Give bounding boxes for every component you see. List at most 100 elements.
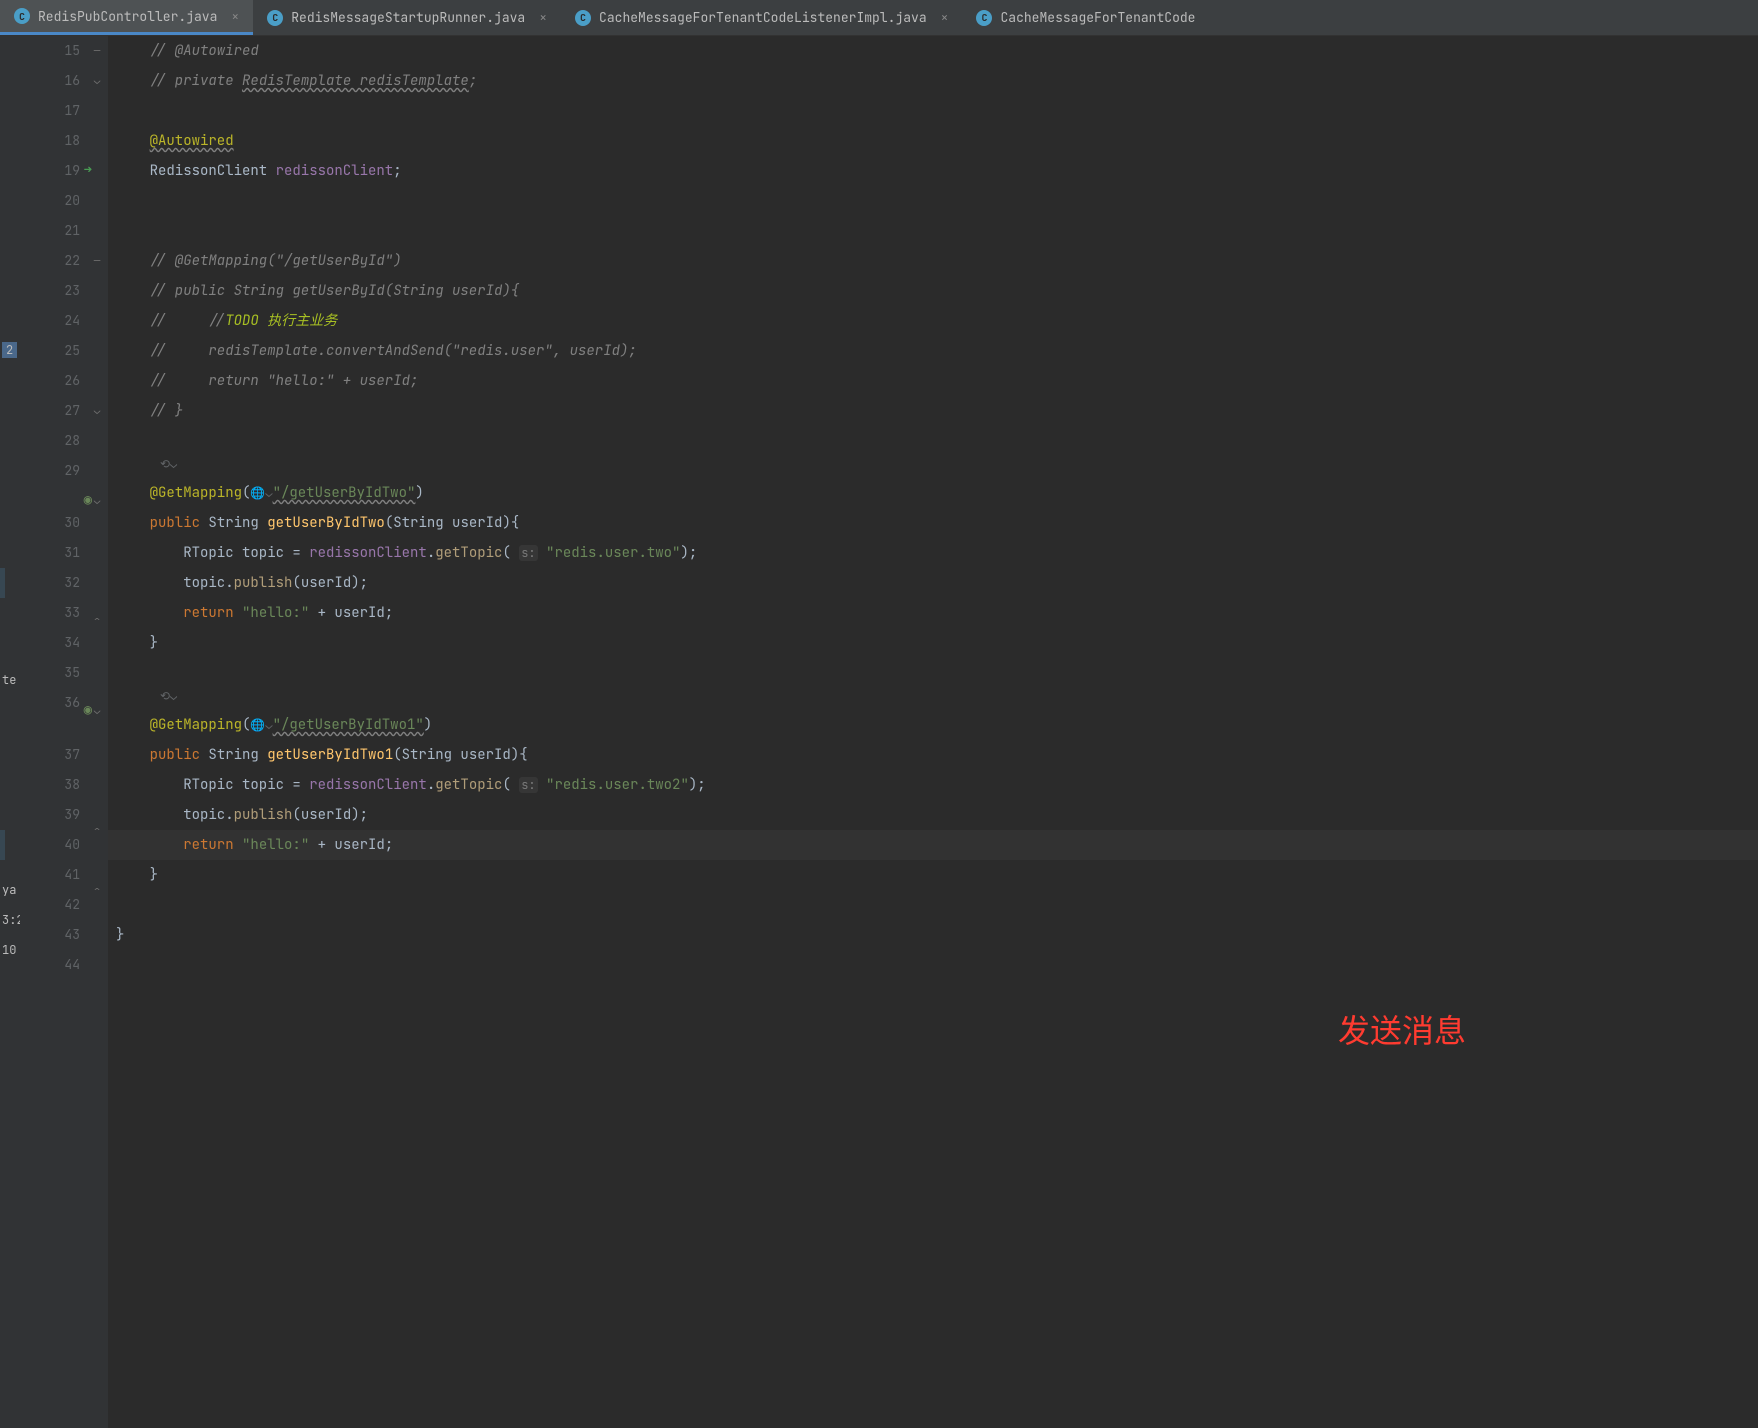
tab-cache-listener-impl[interactable]: C CacheMessageForTenantCodeListenerImpl.… (561, 0, 962, 35)
close-icon[interactable]: × (539, 9, 547, 26)
fold-indicator[interactable]: — (90, 254, 104, 268)
code-line[interactable]: RTopic topic = redissonClient.getTopic( … (108, 770, 1758, 800)
request-mapping-icon[interactable]: ◉ (84, 491, 92, 509)
code-line[interactable] (108, 658, 1758, 688)
fold-indicator[interactable]: ⌄ (90, 704, 104, 718)
code-line[interactable]: @Autowired (108, 126, 1758, 156)
code-line[interactable]: // @GetMapping("/getUserById") (108, 246, 1758, 276)
code-line[interactable]: // private RedisTemplate redisTemplate; (108, 66, 1758, 96)
close-icon[interactable]: × (231, 8, 239, 25)
line-number[interactable]: 32 (20, 568, 108, 598)
code-line[interactable]: } (108, 920, 1758, 950)
line-number[interactable]: 29 (20, 456, 108, 486)
line-number[interactable]: 21 (20, 216, 108, 246)
line-number[interactable]: 19 (20, 156, 108, 186)
left-edge-marker: ya (2, 882, 16, 898)
code-line[interactable]: } (108, 860, 1758, 890)
url-inlay-hint[interactable]: ⟲⌄ (108, 456, 1758, 478)
token: @GetMapping (150, 716, 242, 734)
fold-indicator[interactable]: ⌄ (90, 494, 104, 508)
editor-tab-bar: C RedisPubController.java × C RedisMessa… (0, 0, 1758, 36)
tab-label: CacheMessageForTenantCodeListenerImpl.ja… (599, 9, 927, 26)
request-mapping-icon[interactable]: ◉ (84, 701, 92, 719)
code-line[interactable]: // public String getUserById(String user… (108, 276, 1758, 306)
code-line[interactable] (108, 890, 1758, 920)
code-line[interactable]: // } (108, 396, 1758, 426)
line-number[interactable]: 26 (20, 366, 108, 396)
token (116, 574, 183, 592)
close-icon[interactable]: × (941, 9, 949, 26)
line-number[interactable]: 18 (20, 126, 108, 156)
code-line[interactable]: // redisTemplate.convertAndSend("redis.u… (108, 336, 1758, 366)
token: public (150, 746, 209, 764)
line-number[interactable]: 28 (20, 426, 108, 456)
tab-redis-message-startup-runner[interactable]: C RedisMessageStartupRunner.java × (253, 0, 561, 35)
code-line[interactable]: public String getUserByIdTwo1(String use… (108, 740, 1758, 770)
token (116, 604, 183, 622)
code-line[interactable] (108, 96, 1758, 126)
token: ; (393, 162, 401, 180)
line-number[interactable]: 44 (20, 950, 108, 980)
line-number[interactable]: 23 (20, 276, 108, 306)
token (116, 42, 150, 60)
token: s: (519, 777, 537, 793)
code-editor[interactable]: 发送消息 // @Autowired // private RedisTempl… (108, 36, 1758, 1428)
line-number[interactable]: 43 (20, 920, 108, 950)
code-line[interactable]: @GetMapping(🌐⌄"/getUserByIdTwo1") (108, 710, 1758, 740)
line-number[interactable]: 24 (20, 306, 108, 336)
editor-area: 2teya3:210 15—16⌄171819➜202122—232425262… (0, 36, 1758, 1428)
code-line[interactable] (108, 186, 1758, 216)
left-edge-marker: te (2, 672, 16, 688)
java-class-icon: C (575, 10, 591, 26)
code-line[interactable]: RedissonClient redissonClient; (108, 156, 1758, 186)
code-line[interactable]: return "hello:" + userId; (108, 598, 1758, 628)
code-line[interactable]: // @Autowired (108, 36, 1758, 66)
code-line[interactable]: // return "hello:" + userId; (108, 366, 1758, 396)
line-number[interactable]: 20 (20, 186, 108, 216)
fold-indicator[interactable]: ⌃ (90, 614, 104, 628)
fold-indicator[interactable]: ⌄ (90, 74, 104, 88)
bean-nav-icon[interactable]: ➜ (84, 161, 92, 179)
code-line[interactable]: public String getUserByIdTwo(String user… (108, 508, 1758, 538)
token (116, 342, 150, 360)
code-line[interactable]: // //TODO 执行主业务 (108, 306, 1758, 336)
vcs-modified-marker[interactable] (0, 830, 5, 860)
line-number-gutter[interactable]: 15—16⌄171819➜202122—2324252627⌄282930⌄◉3… (20, 36, 108, 1428)
token: "/getUserByIdTwo1" (273, 716, 424, 734)
fold-indicator[interactable]: ⌃ (90, 824, 104, 838)
tab-cache-message-tenant-code[interactable]: C CacheMessageForTenantCode (962, 0, 1209, 35)
token (116, 372, 150, 390)
url-inlay-hint[interactable]: ⟲⌄ (108, 688, 1758, 710)
line-number[interactable]: 34 (20, 628, 108, 658)
fold-indicator[interactable]: ⌃ (90, 884, 104, 898)
code-line[interactable] (108, 950, 1758, 980)
tab-label: RedisPubController.java (38, 8, 217, 25)
code-line[interactable]: } (108, 628, 1758, 658)
fold-indicator[interactable]: — (90, 44, 104, 58)
token (116, 806, 183, 824)
left-edge-marker: 10 (2, 942, 16, 958)
line-number[interactable]: 37 (20, 740, 108, 770)
code-line[interactable]: return "hello:" + userId; (108, 830, 1758, 860)
token: ) (424, 716, 432, 734)
code-line[interactable] (108, 426, 1758, 456)
token (116, 252, 150, 270)
token (116, 162, 150, 180)
line-number[interactable]: 35 (20, 658, 108, 688)
line-number[interactable]: 30 (20, 508, 108, 538)
token: // redisTemplate.convertAndSend("redis.u… (150, 342, 637, 360)
vcs-modified-marker[interactable] (0, 568, 5, 598)
code-line[interactable]: @GetMapping(🌐⌄"/getUserByIdTwo") (108, 478, 1758, 508)
code-line[interactable]: topic.publish(userId); (108, 568, 1758, 598)
line-number[interactable]: 25 (20, 336, 108, 366)
code-line[interactable] (108, 216, 1758, 246)
line-number[interactable]: 31 (20, 538, 108, 568)
code-line[interactable]: topic.publish(userId); (108, 800, 1758, 830)
line-number[interactable]: 17 (20, 96, 108, 126)
token: String (208, 514, 267, 532)
code-line[interactable]: RTopic topic = redissonClient.getTopic( … (108, 538, 1758, 568)
token: + userId; (309, 836, 393, 854)
fold-indicator[interactable]: ⌄ (90, 404, 104, 418)
line-number[interactable]: 38 (20, 770, 108, 800)
tab-redis-pub-controller[interactable]: C RedisPubController.java × (0, 0, 253, 35)
